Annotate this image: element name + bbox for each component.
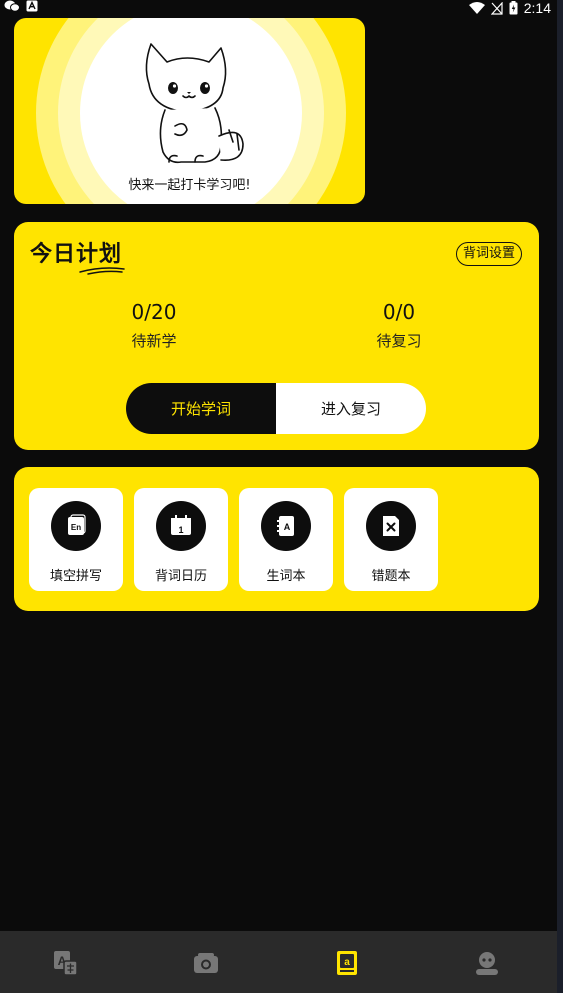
tool-label: 背词日历 [154,569,207,584]
tool-word-calendar[interactable]: 1 背词日历 [134,488,228,591]
nav-camera[interactable] [192,949,220,977]
tool-wrong-questions[interactable]: 错题本 [344,488,438,591]
wechat-icon [4,0,20,12]
tool-icon-circle: En [51,501,101,551]
svg-text:1: 1 [178,525,183,535]
wifi-icon [468,2,485,14]
nav-profile[interactable] [473,949,501,977]
hero-banner: 快来一起打卡学习吧! [14,18,365,204]
cat-illustration [145,43,244,164]
new-words-count: 0/20 [131,300,177,324]
tool-vocabulary-book[interactable]: A 生词本 [239,488,333,591]
enter-review-button[interactable]: 进入复习 [276,383,426,434]
plan-title: 今日计划 [30,242,123,267]
nav-wordbook[interactable]: a [333,949,361,977]
notebook-icon: A [277,516,294,536]
wordbook-icon: a [337,951,357,975]
tool-icon-circle [366,501,416,551]
calendar-icon: 1 [171,515,191,535]
bottom-navigation: A a [0,931,557,993]
status-bar: 2:14 [0,0,563,16]
svg-text:A: A [284,522,291,532]
tool-icon-circle: A [261,501,311,551]
wrong-doc-icon [383,516,399,536]
title-underline-decoration [79,267,125,275]
status-left [4,0,38,12]
review-words-label: 待复习 [376,332,422,350]
translate-icon: A [54,951,78,976]
new-words-label: 待新学 [131,332,177,350]
new-words-stat: 0/20 待新学 [94,300,214,351]
svg-text:En: En [71,523,81,532]
tools-card: En 填空拼写 1 背词日历 A 生词本 错题本 [14,467,539,611]
plan-actions: 开始学词 进入复习 [126,383,426,434]
profile-icon [476,952,498,975]
tool-label: 错题本 [371,569,411,584]
text-icon [26,0,38,12]
hero-caption: 快来一起打卡学习吧! [128,178,251,193]
battery-icon [509,1,518,15]
today-plan-card: 今日计划 背词设置 0/20 待新学 0/0 待复习 开始学词 进入复习 [14,222,539,450]
start-learning-button[interactable]: 开始学词 [126,383,276,434]
tool-label: 填空拼写 [49,569,102,584]
status-time: 2:14 [523,0,551,16]
svg-text:a: a [344,957,350,968]
en-card-icon: En [68,514,86,535]
status-right: 2:14 [468,0,551,16]
review-words-stat: 0/0 待复习 [339,300,459,351]
tool-fill-spelling[interactable]: En 填空拼写 [29,488,123,591]
camera-icon [194,953,218,973]
review-words-count: 0/0 [382,300,416,324]
nav-translate[interactable]: A [52,949,80,977]
no-sim-icon [490,1,503,15]
tool-label: 生词本 [266,569,306,584]
scroll-edge [557,0,563,993]
word-settings-button[interactable]: 背词设置 [455,242,522,266]
tool-icon-circle: 1 [156,501,206,551]
